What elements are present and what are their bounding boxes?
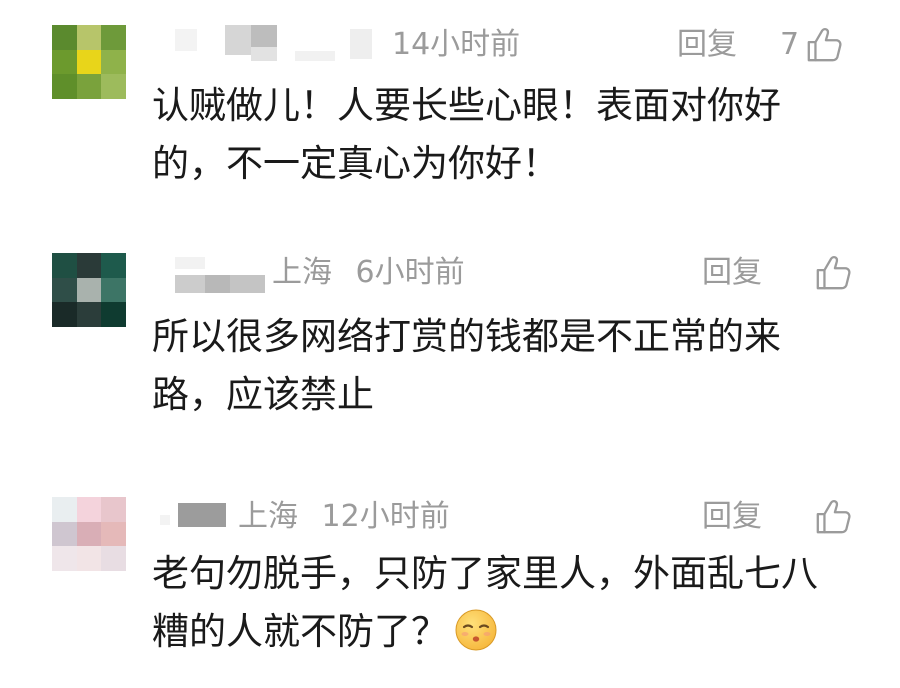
username-blurred[interactable] — [175, 25, 390, 65]
avatar-pixel — [52, 277, 77, 303]
comment-time: 6小时前 — [355, 255, 465, 290]
comment-text-line: 路，应该禁止 — [152, 373, 374, 416]
avatar-pixel — [52, 25, 77, 50]
comment-text-line: 认贼做儿！人要长些心眼！表面对你好 — [152, 84, 781, 127]
thumbs-up-icon — [816, 256, 851, 290]
avatar-pixel — [101, 49, 126, 75]
avatar[interactable] — [52, 253, 126, 327]
like-button[interactable] — [808, 253, 852, 293]
shushing-face-emoji-icon — [455, 609, 497, 651]
like-count: 7 — [780, 27, 800, 62]
avatar-pixel — [76, 497, 102, 522]
comment-text: 认贼做儿！人要长些心眼！表面对你好 的，不一定真心为你好！ — [152, 77, 852, 193]
comment-meta: 14小时前 — [392, 25, 520, 65]
comment-item: 上海 6小时前 回复 所以很多网络打赏的钱都是不正常的来 路，应该禁止 — [0, 253, 900, 453]
avatar[interactable] — [52, 497, 126, 571]
avatar-pixel — [52, 497, 77, 522]
username-blurred[interactable] — [160, 497, 230, 537]
thumbs-up-icon — [807, 28, 842, 62]
comment-text: 老句勿脱手，只防了家里人，外面乱七八 糟的人就不防了？ — [152, 545, 852, 661]
avatar-pixel — [76, 546, 102, 571]
avatar-pixel — [101, 521, 126, 547]
comment-item: 14小时前 回复 7 认贼做儿！人要长些心眼！表面对你好 的，不一定真心为你好！ — [0, 25, 900, 225]
comment-text-line: 老句勿脱手，只防了家里人，外面乱七八 — [152, 552, 818, 595]
avatar-pixel — [52, 49, 77, 75]
avatar-pixel — [76, 74, 102, 99]
like-button[interactable]: 7 — [780, 25, 843, 65]
avatar-pixel — [52, 253, 77, 278]
comment-meta: 上海 12小时前 — [238, 497, 450, 537]
comment-item: 上海 12小时前 回复 老句勿脱手，只防了家里人，外面乱七八 糟的人就不防了？ — [0, 497, 900, 688]
comment-text-segment: 糟的人就不防了？ — [152, 610, 448, 653]
like-button[interactable] — [808, 497, 852, 537]
avatar-pixel — [52, 546, 77, 571]
avatar-pixel — [76, 25, 102, 50]
avatar-pixel — [52, 521, 77, 547]
avatar-pixel — [101, 546, 126, 571]
comment-text-line: 糟的人就不防了？ — [152, 603, 852, 661]
thumbs-up-icon — [816, 500, 851, 534]
avatar-pixel — [76, 302, 102, 327]
comment-location: 上海 — [272, 255, 332, 290]
avatar-pixel — [76, 253, 102, 278]
comment-text-line: 所以很多网络打赏的钱都是不正常的来 — [152, 315, 781, 358]
avatar-pixel — [101, 25, 126, 50]
comment-location: 上海 — [238, 499, 298, 534]
avatar-pixel — [101, 302, 126, 327]
reply-button[interactable]: 回复 — [702, 253, 762, 293]
avatar[interactable] — [52, 25, 126, 99]
comment-time: 14小时前 — [392, 27, 521, 62]
comment-text-line: 的，不一定真心为你好！ — [152, 142, 559, 185]
comment-meta: 上海 6小时前 — [272, 253, 465, 293]
avatar-pixel — [101, 497, 126, 522]
comment-text: 所以很多网络打赏的钱都是不正常的来 路，应该禁止 — [152, 308, 852, 424]
avatar-pixel — [101, 74, 126, 99]
comment-time: 12小时前 — [321, 499, 450, 534]
username-blurred[interactable] — [175, 253, 265, 293]
reply-button[interactable]: 回复 — [677, 25, 737, 65]
avatar-pixel — [76, 521, 102, 547]
avatar-pixel — [76, 277, 102, 303]
avatar-pixel — [76, 49, 102, 75]
avatar-pixel — [52, 74, 77, 99]
reply-button[interactable]: 回复 — [702, 497, 762, 537]
avatar-pixel — [52, 302, 77, 327]
avatar-pixel — [101, 277, 126, 303]
avatar-pixel — [101, 253, 126, 278]
